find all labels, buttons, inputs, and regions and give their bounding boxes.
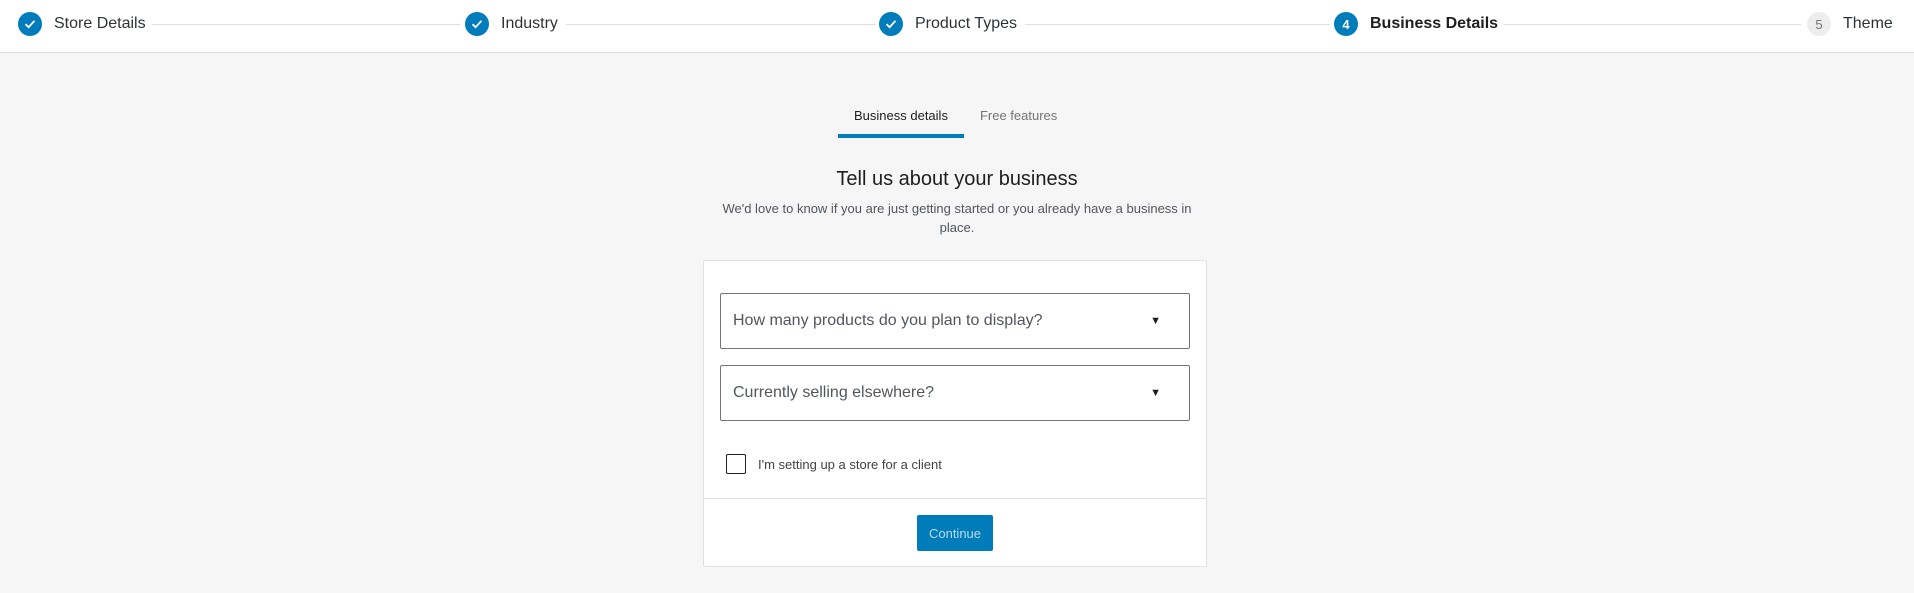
page-title: Tell us about your business: [836, 168, 1078, 190]
step-connector: [150, 24, 460, 25]
caret-down-icon: ▼: [1150, 387, 1161, 399]
step-business-details: 4 Business Details: [1334, 12, 1505, 36]
client-checkbox-row: I'm setting up a store for a client: [726, 454, 942, 474]
step-theme: 5 Theme: [1807, 12, 1899, 36]
check-icon: [465, 12, 489, 36]
business-details-card: How many products do you plan to display…: [703, 260, 1207, 567]
tab-business-details[interactable]: Business details: [838, 100, 964, 138]
step-label: Theme: [1843, 15, 1893, 32]
step-label: Product Types: [915, 15, 1017, 32]
client-store-checkbox[interactable]: [726, 454, 746, 474]
products-count-select[interactable]: How many products do you plan to display…: [720, 293, 1190, 349]
select-placeholder: How many products do you plan to display…: [733, 312, 1043, 329]
select-placeholder: Currently selling elsewhere?: [733, 384, 934, 401]
step-number: 5: [1807, 12, 1831, 36]
step-connector: [1495, 24, 1801, 25]
caret-down-icon: ▼: [1150, 315, 1161, 327]
step-store-details[interactable]: Store Details: [18, 12, 152, 36]
selling-elsewhere-select[interactable]: Currently selling elsewhere? ▼: [720, 365, 1190, 421]
check-icon: [18, 12, 42, 36]
tab-bar: Business details Free features: [838, 100, 1073, 138]
step-number: 4: [1334, 12, 1358, 36]
check-icon: [879, 12, 903, 36]
checkbox-label: I'm setting up a store for a client: [758, 456, 942, 472]
step-label: Business Details: [1370, 15, 1499, 32]
tab-free-features[interactable]: Free features: [964, 100, 1073, 138]
step-label: Store Details: [54, 15, 146, 32]
step-label: Industry: [501, 15, 558, 32]
page-subtitle: We'd love to know if you are just gettin…: [722, 201, 1192, 235]
step-connector: [1025, 24, 1330, 25]
continue-button[interactable]: Continue: [917, 515, 993, 551]
step-connector: [566, 24, 876, 25]
step-product-types[interactable]: Product Types: [879, 12, 1023, 36]
step-industry[interactable]: Industry: [465, 12, 564, 36]
progress-stepper: Store Details Industry Product Types 4 B…: [0, 0, 1914, 53]
card-divider: [704, 498, 1206, 499]
